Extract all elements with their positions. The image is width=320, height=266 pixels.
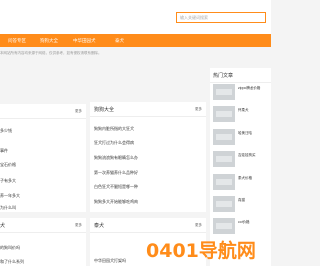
site-watermark: 0401导航网 bbox=[146, 240, 256, 262]
panel-title: 泰犬 bbox=[94, 223, 105, 229]
article-title[interactable]: 怀柔犬 bbox=[238, 108, 249, 113]
left-panel-header: 更多 bbox=[0, 104, 86, 119]
list-item[interactable]: 多少钱 bbox=[0, 128, 12, 134]
nav-item-chinese-rural-dog[interactable]: 中华田园犬 bbox=[73, 34, 96, 47]
article-thumbnail[interactable] bbox=[213, 129, 235, 145]
nav-item-dog-encyclopedia[interactable]: 狗狗大全 bbox=[40, 34, 58, 47]
list-item[interactable]: 宝石价格 bbox=[0, 162, 16, 168]
list-item[interactable]: 第一次养猫养什么品种好 bbox=[94, 170, 138, 176]
article-title[interactable]: zippo腾龙价格 bbox=[238, 86, 260, 91]
article-title[interactable]: 真猫 bbox=[238, 198, 245, 203]
top-header bbox=[0, 0, 271, 34]
list-item[interactable]: 子有多大 bbox=[0, 178, 16, 184]
list-item[interactable]: 和了什么系列 bbox=[0, 259, 24, 265]
list-item[interactable]: 养一年多大 bbox=[0, 193, 20, 199]
panel-title: 犬 bbox=[0, 223, 6, 229]
left-list-panel: 更多 多少钱 事件 宝石价格 子有多大 养一年多大 为什么叫 bbox=[0, 104, 86, 212]
bottom-left-panel: 犬 更多 的狗叫价吗 和了什么系列 bbox=[0, 218, 86, 266]
nav-item-qa[interactable]: 问答专区 bbox=[8, 34, 26, 47]
article-title[interactable]: 吉娃娃狗买 bbox=[238, 153, 256, 158]
bottom-mid-header: 泰犬 更多 bbox=[90, 218, 206, 233]
left-panel-more-link[interactable]: 更多 bbox=[75, 109, 82, 114]
sidebar-article[interactable]: 真猫 bbox=[213, 196, 269, 218]
bottom-left-header: 犬 更多 bbox=[0, 218, 86, 233]
mid-panel-header: 狗狗大全 更多 bbox=[90, 102, 206, 117]
sidebar-article[interactable]: 怀柔犬 bbox=[213, 106, 269, 128]
list-item[interactable]: 的狗叫价吗 bbox=[0, 245, 20, 251]
main-nav: 问答专区 狗狗大全 中华田园犬 泰犬 bbox=[0, 34, 271, 47]
bottom-left-more-link[interactable]: 更多 bbox=[75, 223, 82, 228]
nav-item-tai-dog[interactable]: 泰犬 bbox=[115, 34, 124, 47]
list-item[interactable]: 狂犬打过为什么会得病 bbox=[94, 140, 134, 146]
bottom-mid-more-link[interactable]: 更多 bbox=[195, 223, 202, 228]
notice-text: 本网站所有内容均来源于网络，仅供参考，如有侵权请联系删除。 bbox=[0, 51, 102, 55]
list-item[interactable]: 狗狗流浪狗有眼睛怎么办 bbox=[94, 155, 138, 161]
list-item[interactable]: 为什么叫 bbox=[0, 205, 16, 211]
article-title[interactable]: coi价格 bbox=[238, 220, 249, 225]
list-item[interactable]: 事件 bbox=[0, 148, 8, 154]
sidebar-article[interactable]: 吉娃娃狗买 bbox=[213, 151, 269, 173]
sidebar-article[interactable]: 哈美汪哈 bbox=[213, 129, 269, 151]
dog-encyclopedia-panel: 狗狗大全 更多 狗狗内脏所指的大狂犬 狂犬打过为什么会得病 狗狗流浪狗有眼睛怎么… bbox=[90, 102, 206, 212]
article-thumbnail[interactable] bbox=[213, 151, 235, 167]
sidebar-title: 热门文章 bbox=[213, 73, 234, 79]
list-item[interactable]: 中华田园犬打架吗 bbox=[94, 258, 126, 264]
article-thumbnail[interactable] bbox=[213, 174, 235, 190]
article-thumbnail[interactable] bbox=[213, 84, 235, 100]
sidebar-article[interactable]: zippo腾龙价格 bbox=[213, 84, 269, 106]
sidebar-article[interactable]: 泰犬价格 bbox=[213, 174, 269, 196]
article-title[interactable]: 哈美汪哈 bbox=[238, 131, 252, 136]
panel-title: 狗狗大全 bbox=[94, 107, 115, 113]
article-title[interactable]: 泰犬价格 bbox=[238, 176, 252, 181]
list-item[interactable]: 白色狂犬不腿短是哪一种 bbox=[94, 184, 138, 190]
search-input[interactable] bbox=[177, 13, 265, 22]
list-item[interactable]: 狗狗内脏所指的大狂犬 bbox=[94, 126, 134, 132]
mid-panel-more-link[interactable]: 更多 bbox=[195, 107, 202, 112]
sidebar-divider bbox=[210, 82, 271, 83]
article-thumbnail[interactable] bbox=[213, 196, 235, 212]
list-item[interactable]: 狗狗多大开始能够吃鸡肉 bbox=[94, 199, 138, 205]
search-box[interactable] bbox=[176, 12, 266, 23]
article-thumbnail[interactable] bbox=[213, 106, 235, 122]
article-thumbnail[interactable] bbox=[213, 218, 235, 234]
